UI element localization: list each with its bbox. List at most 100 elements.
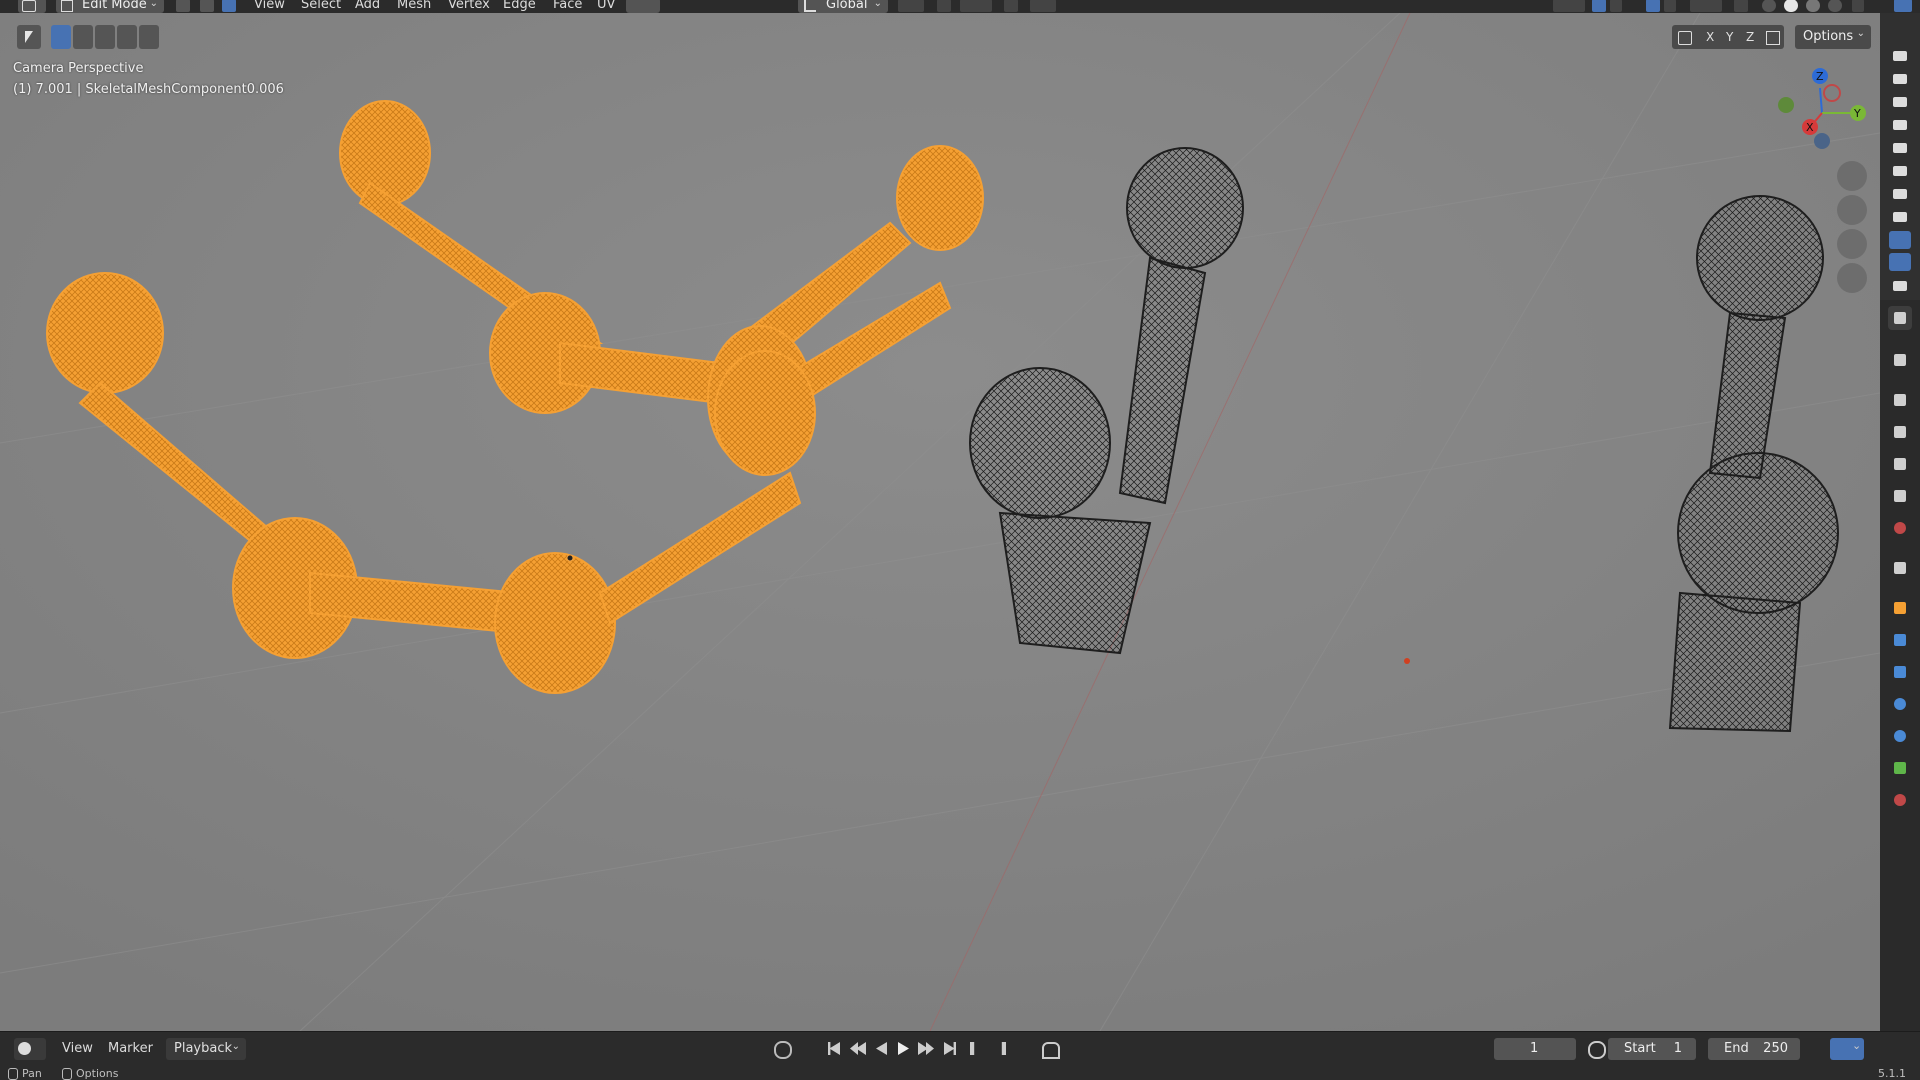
camera-view-icon[interactable] bbox=[1837, 229, 1867, 259]
select-mode-difference[interactable] bbox=[117, 25, 137, 49]
menu-mesh[interactable]: Mesh bbox=[397, 0, 431, 13]
tab-collection[interactable] bbox=[1888, 556, 1912, 580]
mesh-edit-overlays-icon[interactable] bbox=[1690, 0, 1722, 12]
gizmo-neg-z[interactable] bbox=[1814, 133, 1830, 149]
play-icon[interactable] bbox=[898, 1042, 909, 1055]
proportional-editing-icon[interactable] bbox=[1004, 0, 1018, 12]
tab-physics[interactable] bbox=[1888, 692, 1912, 716]
scene-icon[interactable] bbox=[1894, 0, 1912, 12]
view-object-types-icon[interactable] bbox=[1553, 0, 1585, 12]
zoom-icon[interactable] bbox=[1837, 161, 1867, 191]
auto-keying-icon[interactable] bbox=[774, 1041, 792, 1059]
gizmo-neg-x[interactable] bbox=[1823, 84, 1841, 102]
tab-render[interactable] bbox=[1888, 388, 1912, 412]
prev-keyframe-icon[interactable] bbox=[970, 1042, 975, 1055]
shading-solid-icon[interactable] bbox=[1784, 0, 1798, 12]
jump-end-icon[interactable] bbox=[944, 1042, 956, 1055]
navigation-gizmo[interactable]: Z Y X bbox=[1772, 63, 1872, 163]
camera-icon[interactable] bbox=[1893, 97, 1907, 107]
face-select-icon[interactable] bbox=[222, 0, 236, 12]
camera-icon[interactable] bbox=[1893, 212, 1907, 222]
tool-select-box[interactable] bbox=[17, 25, 41, 49]
falloff-icon[interactable] bbox=[1030, 0, 1056, 12]
timeline-editor-type[interactable] bbox=[14, 1038, 46, 1060]
gizmo-dropdown-icon[interactable] bbox=[1610, 0, 1622, 12]
gizmo-toggle-icon[interactable] bbox=[1592, 0, 1606, 12]
transform-orientation-dropdown[interactable]: Global ⌄ bbox=[798, 0, 888, 13]
menu-add[interactable]: Add bbox=[355, 0, 380, 13]
overlays-toggle-icon[interactable] bbox=[1646, 0, 1660, 12]
shading-rendered-icon[interactable] bbox=[1828, 0, 1842, 12]
vertex-select-icon[interactable] bbox=[176, 0, 190, 12]
menu-vertex[interactable]: Vertex bbox=[448, 0, 490, 13]
tab-particles[interactable] bbox=[1888, 660, 1912, 684]
tab-material[interactable] bbox=[1888, 788, 1912, 812]
shading-dropdown-icon[interactable] bbox=[1852, 0, 1864, 12]
tab-scene[interactable] bbox=[1888, 484, 1912, 508]
gizmo-neg-y[interactable] bbox=[1778, 97, 1794, 113]
lock-icon[interactable] bbox=[1837, 263, 1867, 293]
mirror-axis-x[interactable]: X bbox=[1706, 26, 1714, 48]
menu-edge[interactable]: Edge bbox=[503, 0, 536, 13]
auto-merge-icon[interactable] bbox=[1766, 31, 1780, 45]
menu-view[interactable]: View bbox=[254, 0, 285, 13]
editor-type-button[interactable] bbox=[18, 0, 46, 13]
mode-dropdown[interactable]: Edit Mode ⌄ bbox=[56, 0, 164, 13]
edge-select-icon[interactable] bbox=[200, 0, 214, 12]
xray-toggle-icon[interactable] bbox=[1734, 0, 1748, 12]
chevron-down-icon[interactable]: ⌄ bbox=[1852, 1039, 1861, 1052]
camera-icon[interactable] bbox=[1893, 120, 1907, 130]
shading-wireframe-icon[interactable] bbox=[1762, 0, 1776, 12]
camera-icon[interactable] bbox=[1893, 189, 1907, 199]
camera-icon-active[interactable] bbox=[1889, 231, 1911, 249]
uv-tools-dropdown[interactable] bbox=[626, 0, 660, 13]
current-frame-field[interactable]: 1 bbox=[1494, 1038, 1576, 1060]
select-mode-extend[interactable] bbox=[73, 25, 93, 49]
shading-material-icon[interactable] bbox=[1806, 0, 1820, 12]
options-dropdown[interactable]: Options ⌄ bbox=[1795, 25, 1871, 49]
snap-playhead-icon[interactable] bbox=[1042, 1042, 1060, 1059]
timeline-menu-marker[interactable]: Marker bbox=[108, 1041, 153, 1056]
start-frame-field[interactable]: Start 1 bbox=[1608, 1038, 1696, 1060]
play-reverse-icon[interactable] bbox=[876, 1042, 887, 1055]
overlays-dropdown-icon[interactable] bbox=[1664, 0, 1676, 12]
tab-tool-settings[interactable] bbox=[1888, 348, 1912, 372]
tab-constraints[interactable] bbox=[1888, 724, 1912, 748]
mirror-axis-y[interactable]: Y bbox=[1726, 26, 1733, 48]
timeline-menu-view[interactable]: View bbox=[62, 1041, 93, 1056]
camera-icon[interactable] bbox=[1893, 74, 1907, 84]
end-frame-field[interactable]: End 250 bbox=[1708, 1038, 1800, 1060]
tab-view-layer[interactable] bbox=[1888, 452, 1912, 476]
jump-keyframe-forward-icon[interactable] bbox=[918, 1042, 934, 1055]
camera-icon[interactable] bbox=[1893, 166, 1907, 176]
3d-cursor[interactable] bbox=[1404, 658, 1410, 664]
jump-start-icon[interactable] bbox=[828, 1042, 840, 1055]
tab-data[interactable] bbox=[1888, 756, 1912, 780]
select-mode-subtract[interactable] bbox=[95, 25, 115, 49]
snap-icon[interactable] bbox=[937, 0, 951, 12]
viewport-canvas[interactable] bbox=[0, 13, 1880, 1031]
menu-uv[interactable]: UV bbox=[597, 0, 615, 13]
camera-icon[interactable] bbox=[1893, 51, 1907, 61]
3d-viewport[interactable]: Camera Perspective (1) 7.001 | SkeletalM… bbox=[0, 13, 1880, 1031]
next-keyframe-icon[interactable] bbox=[1001, 1042, 1006, 1055]
playback-dropdown[interactable]: Playback ⌄ bbox=[166, 1038, 246, 1060]
stopwatch-icon[interactable] bbox=[1588, 1041, 1606, 1059]
select-mode-new[interactable] bbox=[51, 25, 71, 49]
menu-select[interactable]: Select bbox=[301, 0, 341, 13]
jump-keyframe-back-icon[interactable] bbox=[850, 1042, 866, 1055]
camera-icon[interactable] bbox=[1893, 143, 1907, 153]
tab-tool[interactable] bbox=[1888, 306, 1912, 330]
tab-modifiers[interactable] bbox=[1888, 628, 1912, 652]
mirror-axis-z[interactable]: Z bbox=[1746, 26, 1754, 48]
tab-world[interactable] bbox=[1888, 516, 1912, 540]
snap-target-icon[interactable] bbox=[960, 0, 992, 12]
select-mode-intersect[interactable] bbox=[139, 25, 159, 49]
pivot-point-icon[interactable] bbox=[898, 0, 924, 12]
tab-output[interactable] bbox=[1888, 420, 1912, 444]
camera-icon[interactable] bbox=[1893, 281, 1907, 291]
camera-icon-active[interactable] bbox=[1889, 253, 1911, 271]
pan-hand-icon[interactable] bbox=[1837, 195, 1867, 225]
menu-face[interactable]: Face bbox=[553, 0, 582, 13]
tab-object[interactable] bbox=[1888, 596, 1912, 620]
